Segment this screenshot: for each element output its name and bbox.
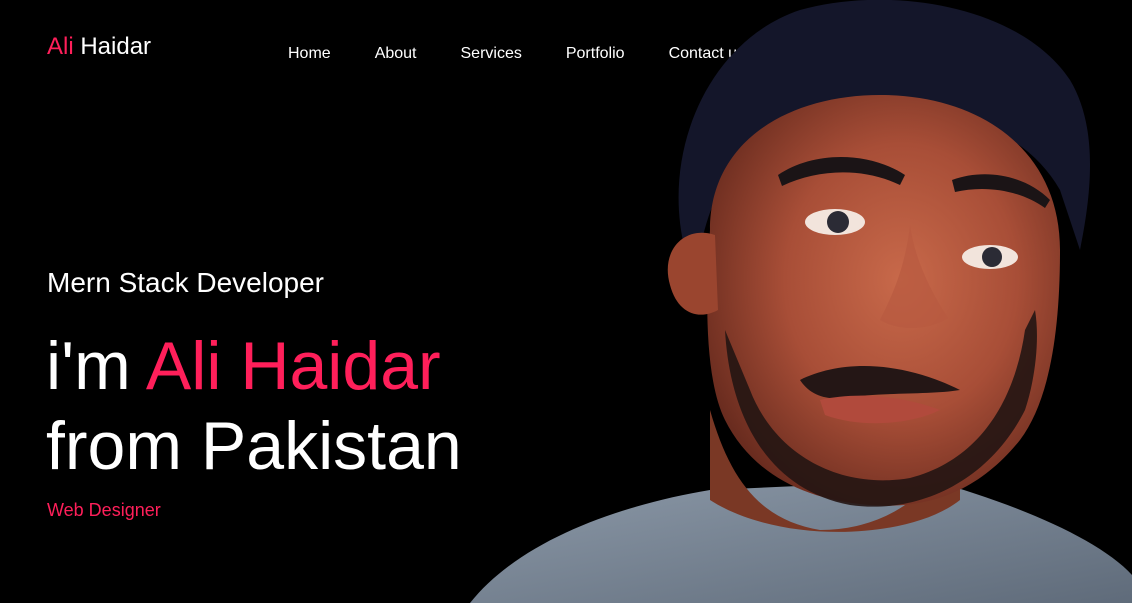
hero-headline: i'm Ali Haidar from Pakistan: [46, 326, 462, 486]
portrait-image: [470, 0, 1132, 603]
site-logo[interactable]: Ali Haidar: [47, 33, 151, 61]
hero-subtitle: Mern Stack Developer: [47, 267, 325, 298]
headline-prefix: i'm: [46, 328, 131, 404]
headline-line-2: from Pakistan: [46, 408, 462, 484]
nav-about[interactable]: About: [375, 45, 417, 63]
hero-page: Ali Haidar Home About Services Portfolio…: [0, 0, 1132, 603]
logo-first-name: Ali: [47, 33, 74, 60]
headline-name: Ali Haidar: [145, 328, 441, 404]
nav-home[interactable]: Home: [288, 45, 331, 63]
headline-line-1: i'm Ali Haidar: [46, 326, 462, 406]
logo-last-name: Haidar: [80, 33, 152, 60]
hero-role: Web Designer: [47, 500, 161, 520]
